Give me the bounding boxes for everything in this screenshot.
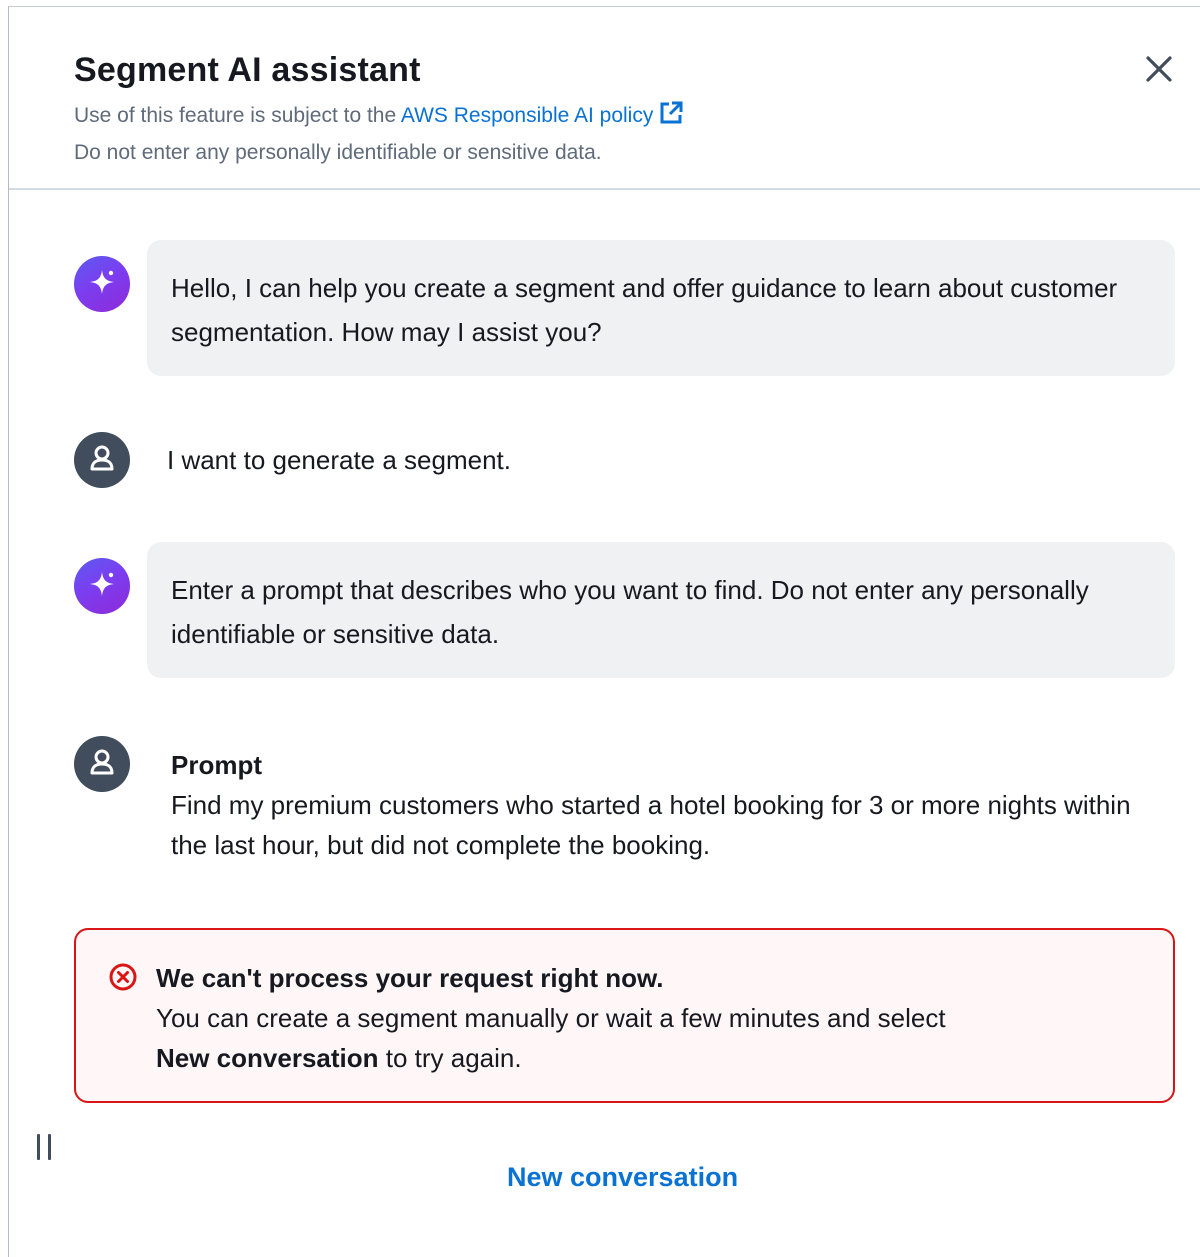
ai-sparkle-icon bbox=[87, 267, 117, 302]
alert-emphasis: New conversation bbox=[156, 1043, 379, 1073]
assistant-avatar bbox=[74, 256, 130, 312]
user-icon bbox=[87, 747, 117, 782]
assistant-message-bubble: Enter a prompt that describes who you wa… bbox=[147, 542, 1175, 678]
alert-body-suffix: to try again. bbox=[378, 1043, 522, 1073]
assistant-avatar bbox=[74, 558, 130, 614]
drag-handle-bar bbox=[37, 1134, 40, 1160]
drag-handle-bar bbox=[48, 1134, 51, 1160]
error-icon bbox=[108, 962, 138, 997]
alert-body-line-2: New conversation to try again. bbox=[156, 1038, 1156, 1078]
ai-sparkle-icon bbox=[87, 569, 117, 604]
ai-assistant-panel: Segment AI assistant Use of this feature… bbox=[8, 6, 1200, 1257]
panel-header: Segment AI assistant Use of this feature… bbox=[9, 7, 1200, 190]
user-avatar bbox=[74, 736, 130, 792]
prompt-label: Prompt bbox=[171, 750, 262, 780]
prompt-text: Find my premium customers who started a … bbox=[171, 790, 1131, 860]
alert-body-line-1: You can create a segment manually or wai… bbox=[156, 1003, 946, 1033]
close-icon bbox=[1145, 55, 1173, 88]
user-icon bbox=[87, 443, 117, 478]
alert-title: We can't process your request right now. bbox=[156, 963, 664, 993]
subtitle-line-2: Do not enter any personally identifiable… bbox=[74, 141, 602, 164]
user-avatar bbox=[74, 432, 130, 488]
error-alert: We can't process your request right now.… bbox=[74, 928, 1175, 1103]
panel-subtitle: Use of this feature is subject to the AW… bbox=[74, 99, 684, 169]
user-prompt-message: Prompt Find my premium customers who sta… bbox=[171, 745, 1161, 865]
responsible-ai-policy-link[interactable]: AWS Responsible AI policy bbox=[400, 101, 685, 127]
panel-title: Segment AI assistant bbox=[74, 51, 421, 89]
new-conversation-button[interactable]: New conversation bbox=[507, 1162, 738, 1193]
subtitle-line-1: Use of this feature is subject to the AW… bbox=[74, 99, 684, 136]
user-message-text: I want to generate a segment. bbox=[167, 445, 511, 475]
assistant-message-bubble: Hello, I can help you create a segment a… bbox=[147, 240, 1175, 376]
external-link-icon bbox=[658, 100, 684, 136]
policy-link-label: AWS Responsible AI policy bbox=[400, 104, 654, 127]
assistant-message-text: Enter a prompt that describes who you wa… bbox=[171, 575, 1089, 649]
assistant-message-text: Hello, I can help you create a segment a… bbox=[171, 273, 1118, 347]
alert-content: We can't process your request right now.… bbox=[156, 958, 1156, 1078]
drag-handle-icon[interactable] bbox=[37, 1134, 51, 1160]
close-button[interactable] bbox=[1139, 51, 1179, 91]
subtitle-prefix: Use of this feature is subject to the bbox=[74, 104, 401, 127]
